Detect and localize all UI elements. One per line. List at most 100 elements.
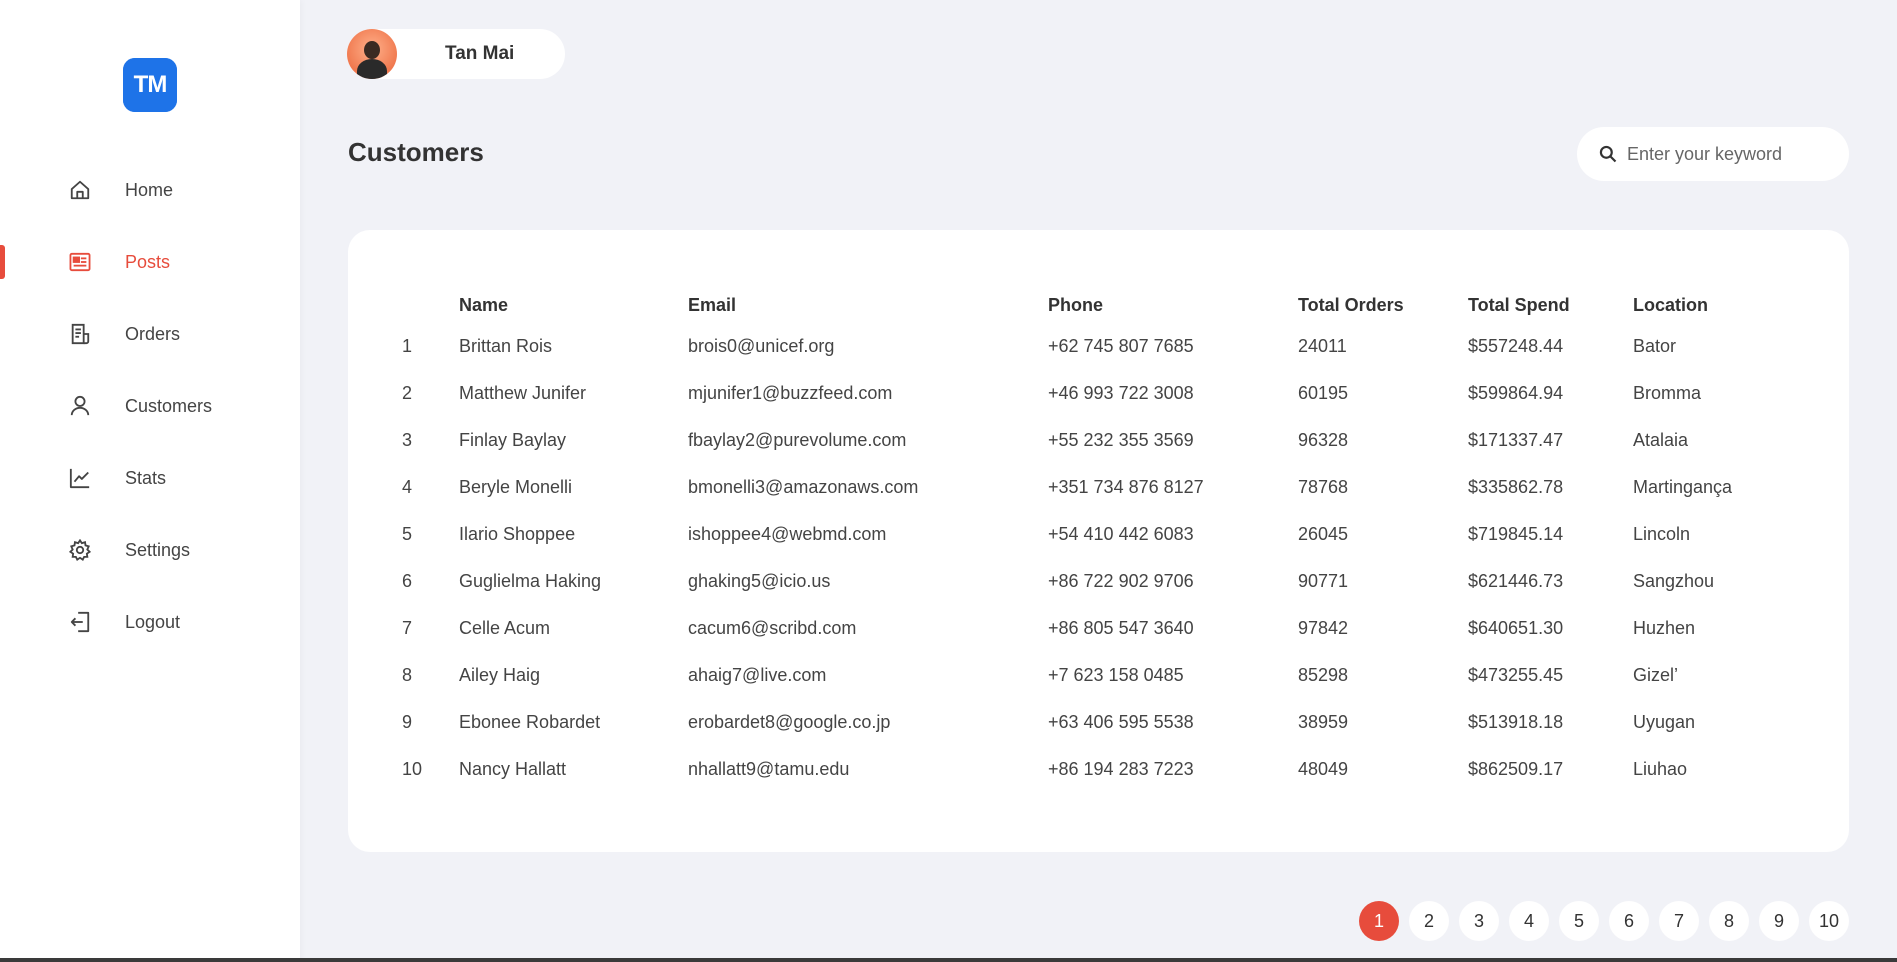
table-row[interactable]: 8 Ailey Haig ahaig7@live.com +7 623 158 … xyxy=(402,652,1833,699)
cell-total-spend: $862509.17 xyxy=(1468,759,1564,779)
cell-total-orders: 78768 xyxy=(1298,477,1349,497)
cell-name: Ailey Haig xyxy=(459,665,541,685)
receipt-icon xyxy=(68,322,92,346)
cell-phone: +351 734 876 8127 xyxy=(1048,477,1204,497)
page-button-4[interactable]: 4 xyxy=(1509,901,1549,941)
cell-name: Brittan Rois xyxy=(459,336,553,356)
active-indicator xyxy=(0,245,5,279)
cell-total-spend: $171337.47 xyxy=(1468,430,1564,450)
sidebar-item-stats[interactable]: Stats xyxy=(0,454,300,502)
sidebar-item-settings[interactable]: Settings xyxy=(0,526,300,574)
search-input[interactable] xyxy=(1625,142,1849,166)
cell-index: 8 xyxy=(402,665,413,685)
cell-index: 2 xyxy=(402,383,413,403)
cell-total-orders: 60195 xyxy=(1298,383,1349,403)
sidebar-item-label: Settings xyxy=(125,539,191,560)
table-row[interactable]: 10 Nancy Hallatt nhallatt9@tamu.edu +86 … xyxy=(402,746,1833,793)
cell-total-orders: 26045 xyxy=(1298,524,1349,544)
sidebar-item-posts[interactable]: Posts xyxy=(0,238,300,286)
user-icon xyxy=(68,394,92,418)
column-header-index xyxy=(402,287,459,323)
cell-name: Finlay Baylay xyxy=(459,430,567,450)
cell-phone: +63 406 595 5538 xyxy=(1048,712,1194,732)
search-box[interactable] xyxy=(1577,127,1849,181)
customers-table: Name Email Phone Total Orders Total Spen… xyxy=(402,287,1833,793)
pagination: 1 2 3 4 5 6 7 8 9 10 xyxy=(1359,901,1859,941)
avatar xyxy=(347,29,397,79)
column-header-location: Location xyxy=(1633,294,1708,315)
page-title: Customers xyxy=(348,137,484,167)
page-button-6[interactable]: 6 xyxy=(1609,901,1649,941)
cell-name: Ilario Shoppee xyxy=(459,524,576,544)
page-button-10[interactable]: 10 xyxy=(1809,901,1849,941)
cell-location: Bator xyxy=(1633,336,1677,356)
cell-phone: +46 993 722 3008 xyxy=(1048,383,1194,403)
table-row[interactable]: 4 Beryle Monelli bmonelli3@amazonaws.com… xyxy=(402,464,1833,511)
cell-location: Huzhen xyxy=(1633,618,1696,638)
sidebar-item-home[interactable]: Home xyxy=(0,166,300,214)
cell-total-orders: 97842 xyxy=(1298,618,1349,638)
column-header-name: Name xyxy=(459,294,509,315)
cell-phone: +86 805 547 3640 xyxy=(1048,618,1194,638)
sidebar-item-orders[interactable]: Orders xyxy=(0,310,300,358)
page-button-7[interactable]: 7 xyxy=(1659,901,1699,941)
sidebar-item-label: Logout xyxy=(125,611,181,632)
table-row[interactable]: 1 Brittan Rois brois0@unicef.org +62 745… xyxy=(402,323,1833,370)
cell-location: Liuhao xyxy=(1633,759,1688,779)
page-button-3[interactable]: 3 xyxy=(1459,901,1499,941)
cell-email: bmonelli3@amazonaws.com xyxy=(688,477,919,497)
cell-phone: +86 722 902 9706 xyxy=(1048,571,1194,591)
cell-location: Sangzhou xyxy=(1633,571,1715,591)
window-bottom-border xyxy=(0,958,1897,962)
cell-location: Bromma xyxy=(1633,383,1702,403)
cell-email: mjunifer1@buzzfeed.com xyxy=(688,383,893,403)
user-profile-pill[interactable]: Tan Mai xyxy=(347,29,565,79)
app-logo[interactable]: TM xyxy=(123,58,177,112)
page-button-2[interactable]: 2 xyxy=(1409,901,1449,941)
page-button-8[interactable]: 8 xyxy=(1709,901,1749,941)
cell-total-spend: $473255.45 xyxy=(1468,665,1564,685)
user-name: Tan Mai xyxy=(445,43,515,64)
sidebar-item-customers[interactable]: Customers xyxy=(0,382,300,430)
cell-name: Nancy Hallatt xyxy=(459,759,567,779)
sidebar-item-label: Orders xyxy=(125,323,181,344)
sidebar-item-logout[interactable]: Logout xyxy=(0,598,300,646)
table-row[interactable]: 9 Ebonee Robardet erobardet8@google.co.j… xyxy=(402,699,1833,746)
table-row[interactable]: 3 Finlay Baylay fbaylay2@purevolume.com … xyxy=(402,417,1833,464)
cell-total-spend: $621446.73 xyxy=(1468,571,1564,591)
cell-location: Gizel’ xyxy=(1633,665,1679,685)
cell-total-spend: $513918.18 xyxy=(1468,712,1564,732)
table-row[interactable]: 7 Celle Acum cacum6@scribd.com +86 805 5… xyxy=(402,605,1833,652)
cell-index: 9 xyxy=(402,712,413,732)
table-row[interactable]: 5 Ilario Shoppee ishoppee4@webmd.com +54… xyxy=(402,511,1833,558)
table-row[interactable]: 6 Guglielma Haking ghaking5@icio.us +86 … xyxy=(402,558,1833,605)
cell-total-orders: 90771 xyxy=(1298,571,1349,591)
cell-email: ishoppee4@webmd.com xyxy=(688,524,887,544)
gear-icon xyxy=(68,538,92,562)
cell-email: fbaylay2@purevolume.com xyxy=(688,430,907,450)
cell-email: ahaig7@live.com xyxy=(688,665,827,685)
column-header-total-orders: Total Orders xyxy=(1298,294,1404,315)
column-header-phone: Phone xyxy=(1048,294,1104,315)
cell-location: Lincoln xyxy=(1633,524,1691,544)
sidebar-item-label: Posts xyxy=(125,251,171,272)
cell-total-spend: $335862.78 xyxy=(1468,477,1564,497)
cell-total-orders: 38959 xyxy=(1298,712,1349,732)
cell-email: nhallatt9@tamu.edu xyxy=(688,759,850,779)
cell-location: Atalaia xyxy=(1633,430,1689,450)
customers-table-card: Name Email Phone Total Orders Total Spen… xyxy=(348,230,1849,852)
cell-total-orders: 85298 xyxy=(1298,665,1349,685)
chart-line-icon xyxy=(68,466,92,490)
column-header-total-spend: Total Spend xyxy=(1468,294,1570,315)
table-header-row: Name Email Phone Total Orders Total Spen… xyxy=(402,287,1833,323)
page-button-5[interactable]: 5 xyxy=(1559,901,1599,941)
cell-location: Martingança xyxy=(1633,477,1733,497)
page-button-9[interactable]: 9 xyxy=(1759,901,1799,941)
cell-index: 1 xyxy=(402,336,413,356)
table-row[interactable]: 2 Matthew Junifer mjunifer1@buzzfeed.com… xyxy=(402,370,1833,417)
cell-phone: +54 410 442 6083 xyxy=(1048,524,1194,544)
cell-phone: +55 232 355 3569 xyxy=(1048,430,1194,450)
cell-name: Matthew Junifer xyxy=(459,383,587,403)
cell-total-orders: 96328 xyxy=(1298,430,1349,450)
page-button-1[interactable]: 1 xyxy=(1359,901,1399,941)
